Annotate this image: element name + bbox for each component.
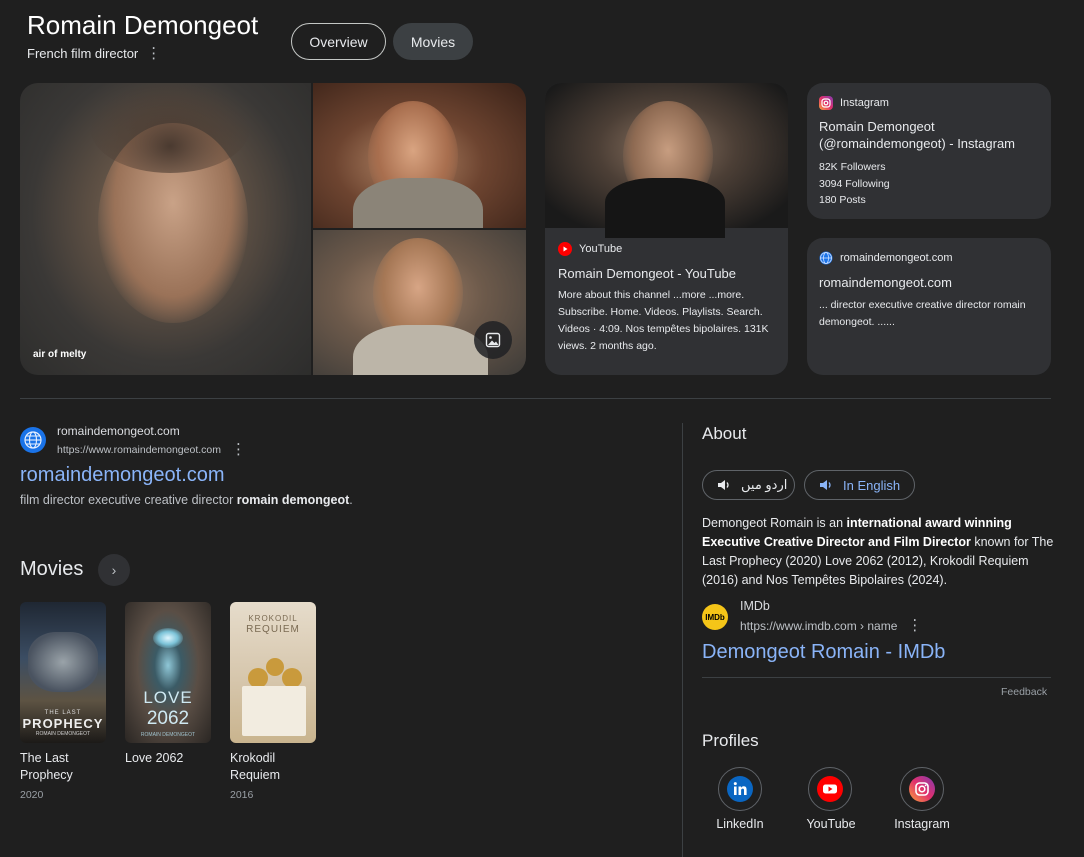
about-text-part: Demongeot Romain is an (702, 516, 847, 530)
tab-overview[interactable]: Overview (291, 23, 386, 60)
movie-poster-love-2062[interactable]: LOVE 2062 ROMAIN DEMONGEOT (125, 602, 211, 743)
feedback-link[interactable]: Feedback (1001, 686, 1047, 698)
speaker-icon (820, 480, 831, 490)
movie-title[interactable]: The Last Prophecy (20, 750, 110, 784)
website-card-body: ... director executive creative director… (819, 299, 1026, 328)
snippet-end: . (349, 493, 353, 507)
website-favicon (20, 427, 46, 453)
instagram-posts: 180 Posts (819, 194, 866, 206)
image-caption: air of melty (33, 349, 87, 360)
website-card[interactable]: romaindemongeot.com romaindemongeot.com … (807, 238, 1051, 375)
imdb-logo-icon: IMDb (702, 604, 728, 630)
english-label: In English (843, 477, 901, 493)
portrait-image-2[interactable] (313, 83, 526, 228)
result-url: https://www.romaindemongeot.com (57, 443, 221, 456)
urdu-label: اردو میں (741, 477, 788, 492)
movie-poster-krokodil-requiem[interactable]: KROKODIL REQUIEM (230, 602, 316, 743)
portrait-image-3[interactable] (313, 230, 526, 375)
instagram-card[interactable]: Instagram Romain Demongeot (@romaindemon… (807, 83, 1051, 219)
poster-text-sub: ROMAIN DEMONGEOT (140, 732, 196, 738)
website-card-title[interactable]: romaindemongeot.com (819, 274, 1039, 291)
instagram-card-title[interactable]: Romain Demongeot (@romaindemongeot) - In… (819, 118, 1039, 152)
youtube-icon (558, 242, 572, 256)
speaker-icon (718, 480, 729, 490)
view-images-button[interactable] (474, 321, 512, 359)
movies-more-button[interactable]: › (98, 554, 130, 586)
globe-icon (819, 251, 833, 265)
youtube-source-label: YouTube (579, 243, 623, 255)
about-source-url: https://www.imdb.com › name (740, 618, 898, 633)
youtube-card-title[interactable]: Romain Demongeot - YouTube (558, 265, 778, 282)
subtitle: French film director ⋮ (27, 46, 161, 61)
profile-linkedin[interactable] (718, 767, 762, 811)
profile-youtube[interactable] (808, 767, 852, 811)
result-link[interactable]: romaindemongeot.com (20, 464, 225, 487)
instagram-followers: 82K Followers (819, 161, 886, 173)
chevron-right-icon: › (111, 562, 117, 578)
movie-title[interactable]: Krokodil Requiem (230, 750, 300, 784)
profile-label[interactable]: Instagram (882, 817, 962, 831)
listen-english-button[interactable]: In English (804, 470, 915, 500)
tab-movies[interactable]: Movies (393, 23, 473, 60)
about-source-url-row: https://www.imdb.com › name ⋮ (740, 618, 922, 633)
website-source-label: romaindemongeot.com (840, 252, 953, 264)
section-divider (20, 398, 1051, 399)
movie-year: 2020 (20, 789, 44, 801)
about-source-link[interactable]: Demongeot Romain - IMDb (702, 641, 945, 664)
instagram-source: Instagram (819, 96, 889, 110)
portrait-image-main[interactable]: air of melty (20, 83, 311, 375)
profile-label[interactable]: LinkedIn (700, 817, 780, 831)
about-description: Demongeot Romain is an international awa… (702, 514, 1054, 590)
youtube-thumbnail (545, 83, 788, 238)
movie-poster-the-last-prophecy[interactable]: THE LAST PROPHECY ROMAIN DEMONGEOT (20, 602, 106, 743)
poster-text-main: REQUIEM (246, 624, 300, 635)
poster-text-main: PROPHECY (22, 716, 104, 731)
about-heading: About (702, 424, 747, 443)
globe-icon (24, 431, 42, 449)
linkedin-icon (727, 776, 753, 802)
snippet-bold: romain demongeot (236, 493, 350, 507)
profile-instagram[interactable] (900, 767, 944, 811)
image-icon (485, 332, 501, 348)
profiles-heading: Profiles (702, 731, 759, 750)
youtube-card-body: More about this channel ...more ...more.… (558, 289, 769, 352)
listen-urdu-button[interactable]: اردو میں (702, 470, 795, 500)
poster-text-sub: ROMAIN DEMONGEOT (35, 731, 91, 737)
poster-text-main: 2062 (146, 708, 190, 729)
snippet-text: film director executive creative directo… (20, 493, 237, 507)
image-collage: air of melty (20, 83, 526, 375)
instagram-following: 3094 Following (819, 178, 890, 190)
poster-text-top: KROKODIL (248, 614, 298, 623)
result-snippet: film director executive creative directo… (20, 493, 353, 507)
instagram-icon (819, 96, 833, 110)
website-source: romaindemongeot.com (819, 251, 953, 265)
poster-text-top: LOVE (143, 688, 193, 707)
instagram-icon (909, 776, 935, 802)
about-divider (702, 677, 1051, 678)
result-site-name: romaindemongeot.com (57, 424, 180, 438)
more-options-icon[interactable]: ⋮ (146, 46, 161, 61)
about-more-options-icon[interactable]: ⋮ (907, 618, 922, 633)
youtube-source: YouTube (558, 242, 622, 256)
youtube-icon (817, 776, 843, 802)
about-source-name: IMDb (740, 599, 770, 613)
result-url-row: https://www.romaindemongeot.com ⋮ (57, 442, 246, 457)
page-title: Romain Demongeot (27, 10, 259, 40)
movie-title[interactable]: Love 2062 (125, 750, 215, 767)
subtitle-text: French film director (27, 46, 139, 61)
youtube-card[interactable]: YouTube Romain Demongeot - YouTube More … (545, 83, 788, 375)
movie-year: 2016 (230, 789, 254, 801)
movies-heading: Movies (20, 558, 84, 580)
instagram-source-label: Instagram (840, 97, 889, 109)
result-more-options-icon[interactable]: ⋮ (231, 442, 246, 457)
profile-label[interactable]: YouTube (791, 817, 871, 831)
panel-divider (682, 423, 683, 857)
